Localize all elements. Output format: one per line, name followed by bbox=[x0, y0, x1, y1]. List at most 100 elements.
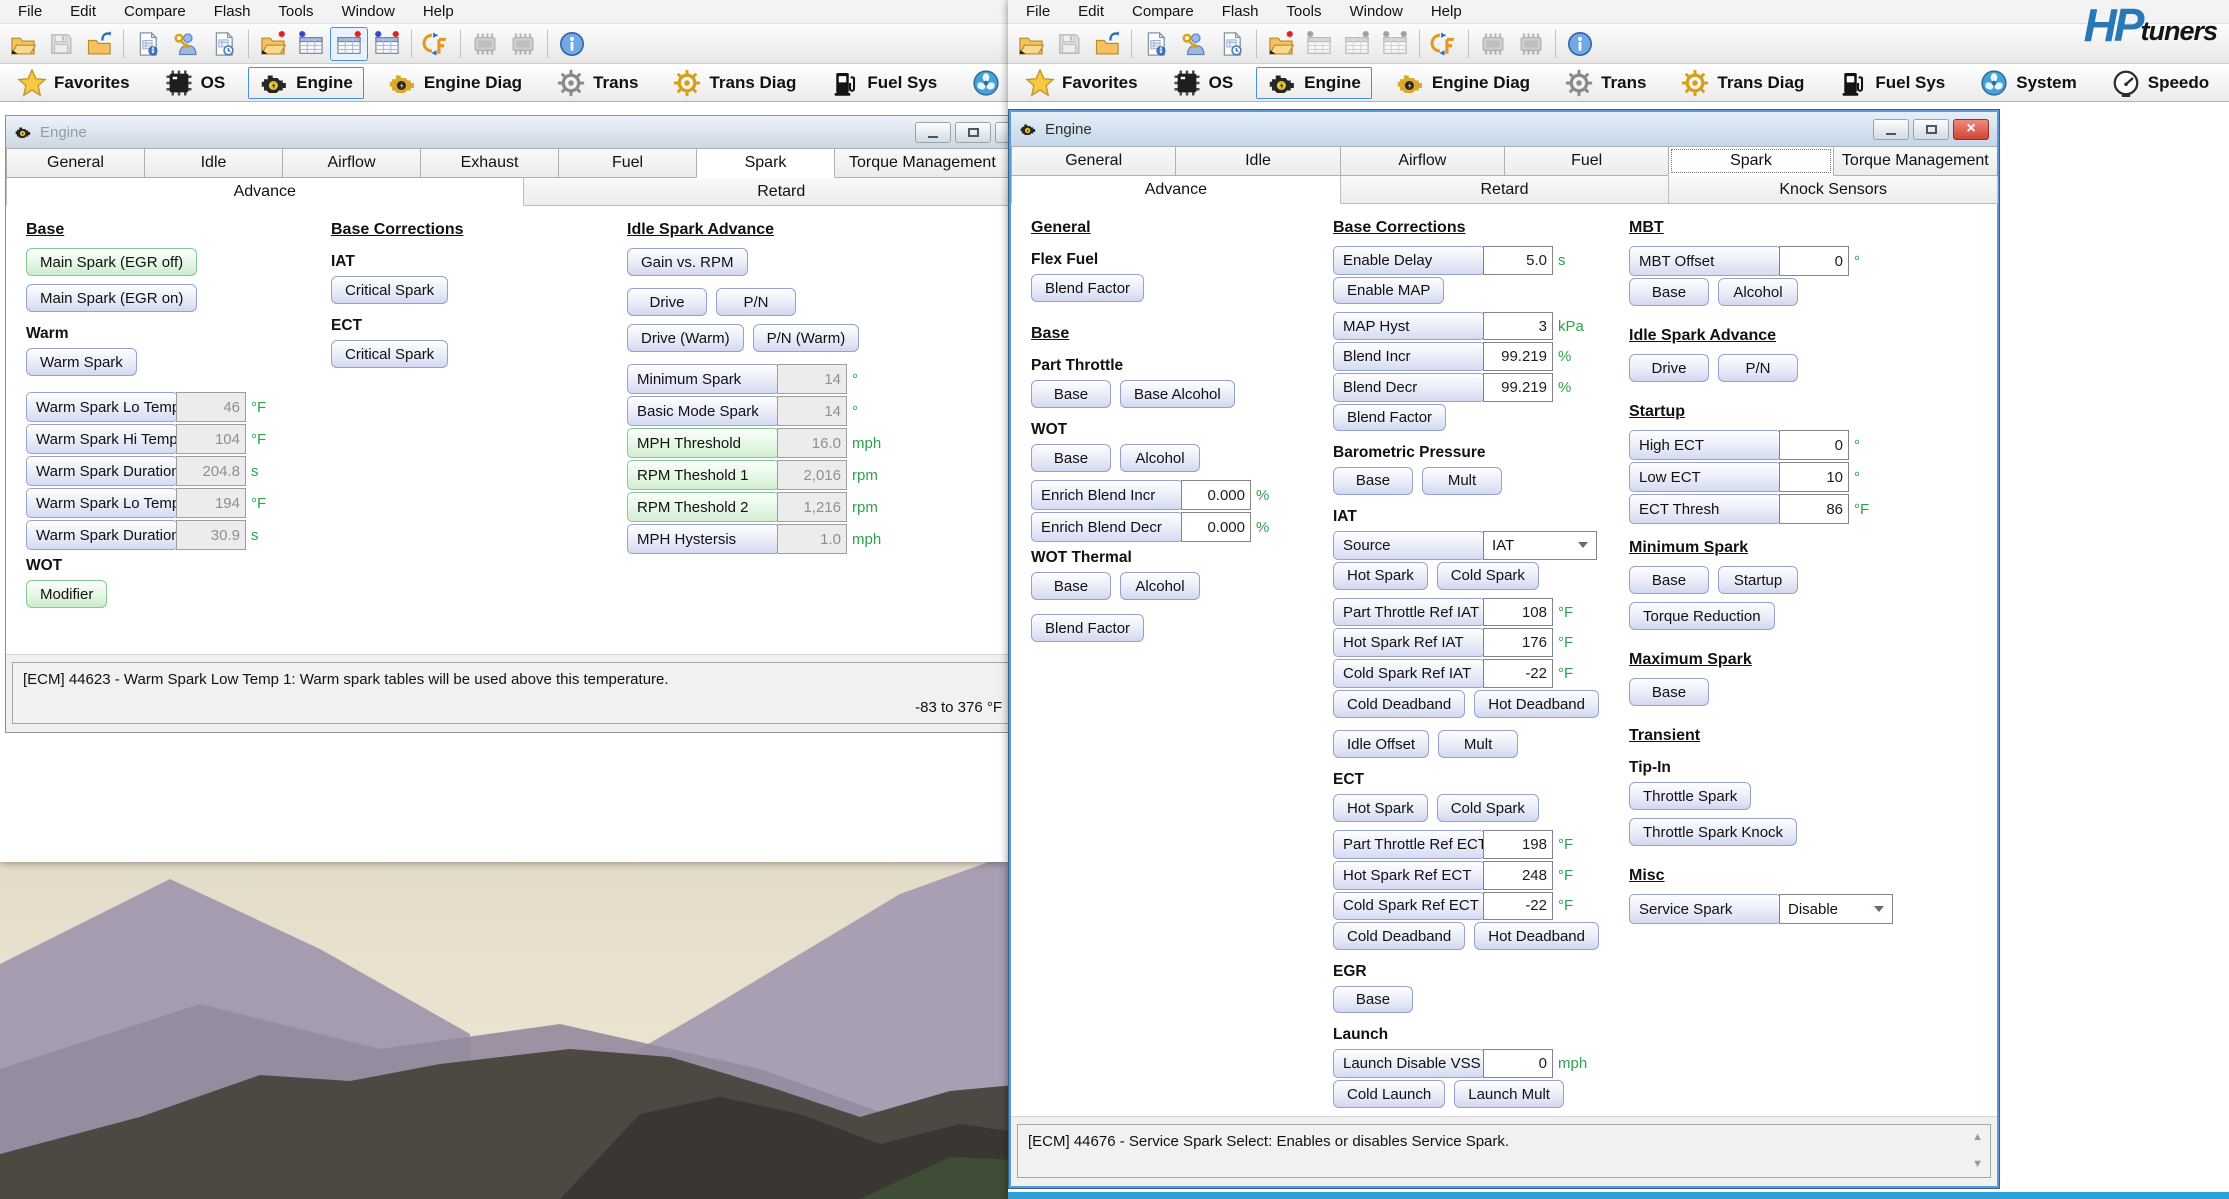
menu-edit[interactable]: Edit bbox=[1064, 0, 1118, 24]
high-ect-value[interactable]: 0 bbox=[1779, 430, 1849, 460]
hot-spark-ref-iat-button[interactable]: Hot Spark Ref IAT bbox=[1333, 628, 1485, 657]
ribbon-favorites[interactable]: Favorites bbox=[6, 67, 141, 99]
hot-spark-ref-ect-value[interactable]: 248 bbox=[1483, 861, 1553, 890]
drive-button[interactable]: Drive bbox=[627, 288, 707, 316]
warm-spark-duration-button[interactable]: Warm Spark Duration bbox=[26, 456, 178, 486]
base-button[interactable]: Base bbox=[1629, 566, 1709, 594]
ribbon-os[interactable]: OS bbox=[153, 67, 237, 99]
compare-cf-button[interactable] bbox=[417, 27, 455, 61]
compare-cf-button[interactable] bbox=[1425, 27, 1463, 61]
enrich-blend-decr-value[interactable]: 0.000 bbox=[1181, 512, 1251, 542]
doc-clock-button[interactable] bbox=[205, 27, 243, 61]
maximize-button[interactable] bbox=[1913, 119, 1949, 140]
tab-spark[interactable]: Spark bbox=[696, 148, 835, 178]
table-star-red-button[interactable] bbox=[330, 27, 368, 61]
tab-fuel[interactable]: Fuel bbox=[558, 148, 697, 178]
alcohol-button[interactable]: Alcohol bbox=[1718, 278, 1798, 306]
menu-window[interactable]: Window bbox=[1335, 0, 1416, 24]
warm-spark-lo-temp-value[interactable]: 194 bbox=[176, 488, 246, 518]
subtab-advance[interactable]: Advance bbox=[1011, 176, 1341, 204]
ribbon-fuel-sys[interactable]: Fuel Sys bbox=[819, 67, 948, 99]
service-spark-button[interactable]: Service Spark bbox=[1629, 894, 1781, 924]
tab-airflow[interactable]: Airflow bbox=[1340, 146, 1505, 176]
folder-star-button[interactable] bbox=[1262, 27, 1300, 61]
ect-thresh-button[interactable]: ECT Thresh bbox=[1629, 494, 1781, 524]
part-throttle-ref-iat-value[interactable]: 108 bbox=[1483, 598, 1553, 627]
low-ect-value[interactable]: 10 bbox=[1779, 462, 1849, 492]
blend-factor-button[interactable]: Blend Factor bbox=[1333, 404, 1446, 431]
engine-window-titlebar[interactable]: Engine × bbox=[1011, 112, 1997, 146]
engine-window-titlebar[interactable]: Engine × bbox=[6, 116, 1008, 148]
blend-decr-value[interactable]: 99.219 bbox=[1483, 373, 1553, 402]
cold-spark-ref-iat-button[interactable]: Cold Spark Ref IAT bbox=[1333, 659, 1485, 688]
menu-window[interactable]: Window bbox=[327, 0, 408, 24]
mult-button[interactable]: Mult bbox=[1438, 730, 1518, 758]
warm-spark-duration-value[interactable]: 204.8 bbox=[176, 456, 246, 486]
folder-up-button[interactable] bbox=[1088, 27, 1126, 61]
ribbon-engine[interactable]: Engine bbox=[1256, 67, 1372, 99]
tab-general[interactable]: General bbox=[1011, 146, 1176, 176]
tab-idle[interactable]: Idle bbox=[1175, 146, 1340, 176]
throttle-spark-knock-button[interactable]: Throttle Spark Knock bbox=[1629, 818, 1797, 846]
tab-torque-management[interactable]: Torque Management bbox=[1833, 146, 1997, 176]
ribbon-engine-diag[interactable]: Engine Diag bbox=[1384, 67, 1541, 99]
menu-file[interactable]: File bbox=[4, 0, 56, 24]
startup-button[interactable]: Startup bbox=[1718, 566, 1798, 594]
p-n-button[interactable]: P/N bbox=[716, 288, 796, 316]
rpm-theshold-1-value[interactable]: 2,016 bbox=[777, 460, 847, 490]
ribbon-os[interactable]: OS bbox=[1161, 67, 1245, 99]
minimum-spark-value[interactable]: 14 bbox=[777, 364, 847, 394]
ribbon-favorites[interactable]: Favorites bbox=[1014, 67, 1149, 99]
enrich-blend-incr-button[interactable]: Enrich Blend Incr bbox=[1031, 480, 1183, 510]
alcohol-button[interactable]: Alcohol bbox=[1120, 572, 1200, 600]
doc-info-button[interactable] bbox=[129, 27, 167, 61]
table-star-double-button[interactable] bbox=[368, 27, 406, 61]
warm-spark-lo-temp-button[interactable]: Warm Spark Lo Temp bbox=[26, 392, 178, 422]
close-button[interactable]: × bbox=[1953, 119, 1989, 140]
base-button[interactable]: Base bbox=[1333, 467, 1413, 495]
subtab-retard[interactable]: Retard bbox=[1340, 176, 1670, 204]
base-button[interactable]: Base bbox=[1629, 278, 1709, 306]
torque-reduction-button[interactable]: Torque Reduction bbox=[1629, 602, 1775, 630]
part-throttle-ref-ect-button[interactable]: Part Throttle Ref ECT bbox=[1333, 830, 1485, 859]
tab-general[interactable]: General bbox=[6, 148, 145, 178]
warm-spark-lo-temp-button[interactable]: Warm Spark Lo Temp bbox=[26, 488, 178, 518]
cold-deadband-button[interactable]: Cold Deadband bbox=[1333, 690, 1465, 718]
base-button[interactable]: Base bbox=[1031, 572, 1111, 600]
menu-flash[interactable]: Flash bbox=[1208, 0, 1273, 24]
service-spark-select[interactable]: Disable bbox=[1779, 894, 1893, 924]
key-user-button[interactable] bbox=[167, 27, 205, 61]
critical-spark-button[interactable]: Critical Spark bbox=[331, 276, 448, 304]
minimize-button[interactable] bbox=[1873, 119, 1909, 140]
base-button[interactable]: Base bbox=[1031, 380, 1111, 408]
scroll-down-icon[interactable]: ▼ bbox=[1972, 1159, 1983, 1170]
base-button[interactable]: Base bbox=[1333, 986, 1413, 1013]
rpm-theshold-2-button[interactable]: RPM Theshold 2 bbox=[627, 492, 779, 522]
doc-clock-button[interactable] bbox=[1213, 27, 1251, 61]
gain-vs-rpm-button[interactable]: Gain vs. RPM bbox=[627, 248, 748, 276]
high-ect-button[interactable]: High ECT bbox=[1629, 430, 1781, 460]
ribbon-trans[interactable]: Trans bbox=[545, 67, 649, 99]
p-n-button[interactable]: P/N bbox=[1718, 354, 1798, 382]
tab-idle[interactable]: Idle bbox=[144, 148, 283, 178]
tab-exhaust[interactable]: Exhaust bbox=[420, 148, 559, 178]
launch-mult-button[interactable]: Launch Mult bbox=[1454, 1080, 1564, 1108]
map-hyst-button[interactable]: MAP Hyst bbox=[1333, 312, 1485, 341]
menu-tools[interactable]: Tools bbox=[1272, 0, 1335, 24]
ribbon-system[interactable]: System bbox=[1968, 67, 2087, 99]
main-spark-egr-on-button[interactable]: Main Spark (EGR on) bbox=[26, 284, 197, 312]
throttle-spark-button[interactable]: Throttle Spark bbox=[1629, 782, 1751, 810]
hot-spark-ref-iat-value[interactable]: 176 bbox=[1483, 628, 1553, 657]
menu-help[interactable]: Help bbox=[1417, 0, 1476, 24]
enrich-blend-incr-value[interactable]: 0.000 bbox=[1181, 480, 1251, 510]
blend-incr-button[interactable]: Blend Incr bbox=[1333, 342, 1485, 371]
ribbon-trans-diag[interactable]: Trans Diag bbox=[1669, 67, 1815, 99]
menu-edit[interactable]: Edit bbox=[56, 0, 110, 24]
mult-button[interactable]: Mult bbox=[1422, 467, 1502, 495]
source-button[interactable]: Source bbox=[1333, 531, 1485, 560]
basic-mode-spark-value[interactable]: 14 bbox=[777, 396, 847, 426]
info-button[interactable] bbox=[553, 27, 591, 61]
minimize-button[interactable] bbox=[915, 122, 951, 143]
cold-spark-button[interactable]: Cold Spark bbox=[1437, 562, 1539, 590]
hot-spark-ref-ect-button[interactable]: Hot Spark Ref ECT bbox=[1333, 861, 1485, 890]
